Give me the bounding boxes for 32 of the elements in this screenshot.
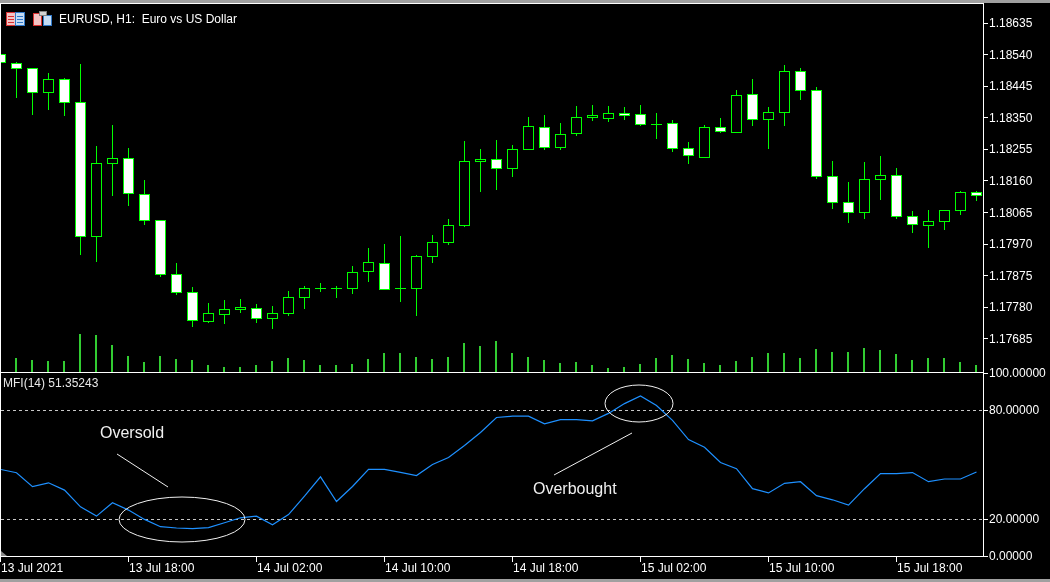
price-label: 1.17780 — [989, 300, 1033, 315]
time-label: 13 Jul 18:00 — [129, 561, 195, 575]
price-label: 1.17685 — [989, 331, 1033, 346]
time-label: 14 Jul 10:00 — [385, 561, 451, 575]
price-label: 1.18445 — [989, 79, 1033, 94]
price-label: 1.17875 — [989, 268, 1033, 283]
chart-title: EURUSD, H1: Euro vs US Dollar — [59, 11, 238, 26]
triangle-icon — [1, 551, 7, 556]
axis-label: 20.00000 — [989, 512, 1040, 527]
price-label: 1.18540 — [989, 47, 1033, 62]
axis-label: 100.00000 — [989, 366, 1046, 380]
price-label: 1.18350 — [989, 110, 1033, 125]
time-label: 15 Jul 10:00 — [769, 561, 835, 575]
price-label: 1.18160 — [989, 173, 1033, 188]
price-label: 1.18065 — [989, 205, 1033, 220]
axis-label: 0.00000 — [989, 549, 1033, 563]
time-label: 14 Jul 02:00 — [257, 561, 323, 575]
indicator-label: MFI(14) 51.35243 — [3, 376, 99, 390]
annotation-ellipse — [604, 384, 674, 423]
time-label: 14 Jul 18:00 — [513, 561, 579, 575]
annotation-label: Overbought — [533, 480, 617, 498]
time-label: 15 Jul 02:00 — [641, 561, 707, 575]
time-label: 15 Jul 18:00 — [897, 561, 963, 575]
price-label: 1.17970 — [989, 237, 1033, 252]
price-label: 1.18255 — [989, 142, 1033, 157]
table-icon[interactable] — [6, 11, 25, 26]
leader-line — [116, 453, 169, 488]
box-icon[interactable] — [33, 11, 52, 26]
annotation-label: Oversold — [100, 424, 165, 442]
time-label: 13 Jul 2021 — [1, 561, 64, 575]
axis-label: 80.00000 — [989, 402, 1040, 417]
price-label: 1.18635 — [989, 16, 1033, 30]
